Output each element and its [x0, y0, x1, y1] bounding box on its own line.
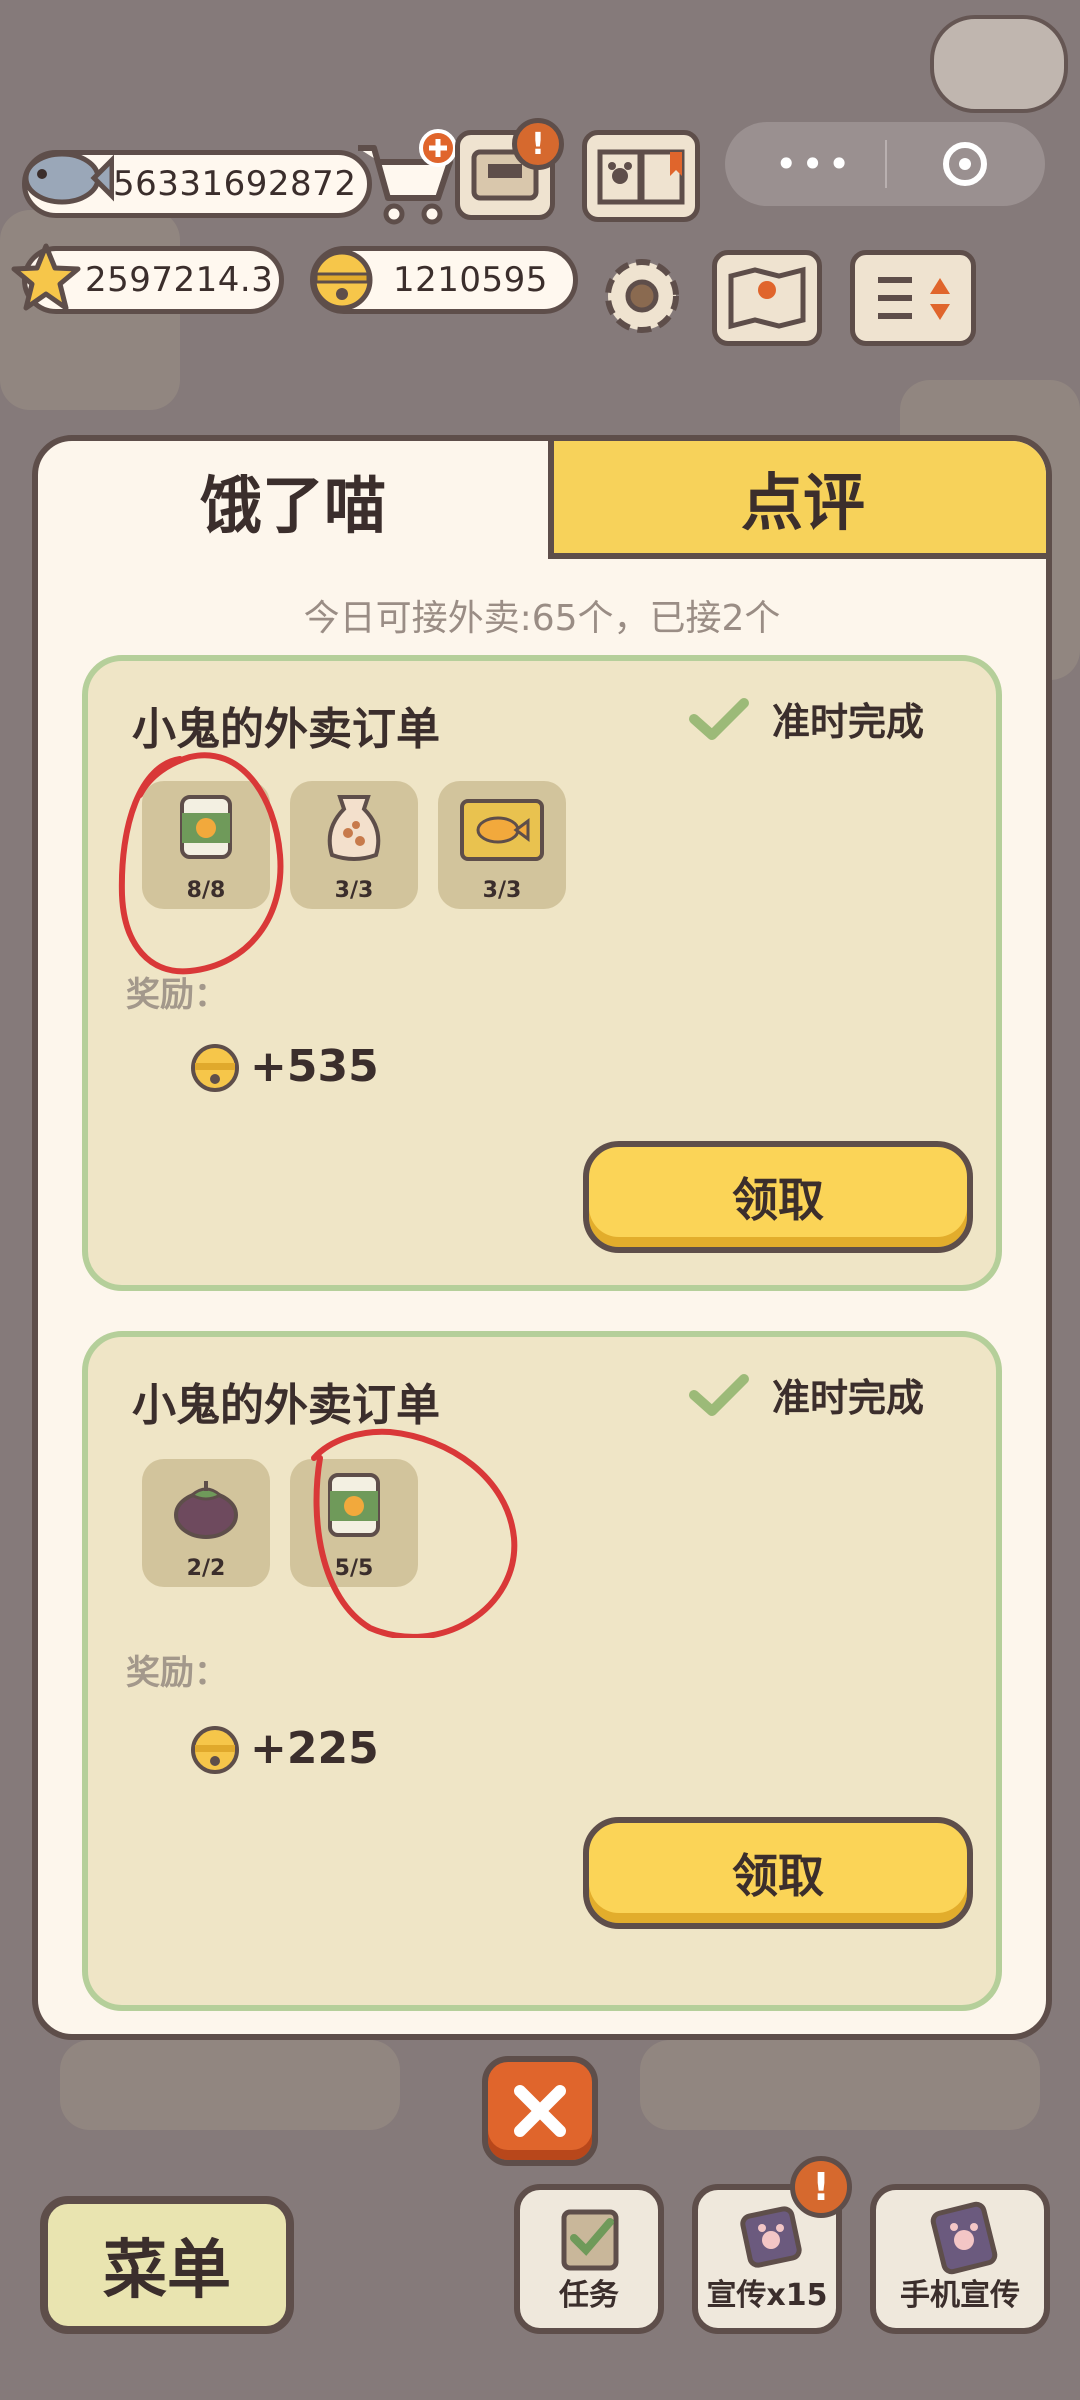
- claim-button-label: 领取: [732, 1849, 824, 1903]
- star-count: 2597214.3: [85, 260, 274, 300]
- reward-label: 奖励：: [126, 1653, 228, 1693]
- item-count: 3/3: [334, 878, 374, 903]
- mailbox-alert-badge: !: [512, 118, 564, 170]
- fish-icon: [18, 138, 115, 222]
- more-options-icon[interactable]: •••: [775, 142, 854, 186]
- bell-icon: [191, 1044, 239, 1092]
- promotion-alert-badge: !: [790, 2156, 852, 2218]
- close-icon: [514, 2085, 566, 2137]
- menu-button[interactable]: 菜单: [40, 2196, 294, 2334]
- delivery-order-card: 小鬼的外卖订单 准时完成 2/2 5/5 奖励： +225 领取: [82, 1331, 1002, 2011]
- tab-reviews[interactable]: 点评: [548, 441, 1046, 559]
- tab-reviews-label: 点评: [740, 466, 865, 539]
- tasks-label: 任务: [559, 2278, 619, 2313]
- bell-count: 1210595: [393, 260, 548, 300]
- order-status: 准时完成: [688, 691, 924, 746]
- item-count: 2/2: [186, 1556, 226, 1581]
- reward-value: +225: [186, 1719, 379, 1777]
- order-item[interactable]: 8/8: [142, 781, 270, 909]
- order-status-label: 准时完成: [772, 700, 925, 744]
- claim-button-label: 领取: [732, 1173, 824, 1227]
- tab-hungry-meow[interactable]: 饿了喵: [38, 441, 548, 559]
- capsule-divider: [885, 140, 887, 188]
- close-panel-button[interactable]: [482, 2056, 598, 2166]
- phone-promotion-label: 手机宣传: [900, 2278, 1020, 2313]
- reward-amount: +225: [250, 1722, 379, 1774]
- reward-value: +535: [186, 1037, 379, 1095]
- map-button[interactable]: [712, 250, 822, 346]
- fish-cracker-icon: [460, 799, 544, 861]
- tab-hungry-meow-label: 饿了喵: [199, 469, 386, 542]
- clipboard-check-icon: [561, 2209, 619, 2271]
- promotion-label: 宣传x15: [706, 2278, 828, 2313]
- order-item[interactable]: 3/3: [290, 781, 418, 909]
- settings-gear-button[interactable]: [594, 248, 690, 348]
- order-title: 小鬼的外卖订单: [132, 704, 440, 755]
- cat-can-icon: [328, 1473, 380, 1537]
- background-scenery: [640, 2040, 1040, 2130]
- order-item[interactable]: 3/3: [438, 781, 566, 909]
- star-icon: [8, 240, 84, 320]
- shop-cart-button[interactable]: [350, 128, 460, 232]
- delivery-panel: 饿了喵 点评 今日可接外卖:65个，已接2个 小鬼的外卖订单 准时完成 8/8 …: [32, 435, 1052, 2040]
- paw-card-icon: [740, 2206, 802, 2268]
- order-title: 小鬼的外卖订单: [132, 1380, 440, 1431]
- cat-can-icon: [180, 795, 232, 859]
- mangosteen-icon: [174, 1481, 238, 1539]
- phone-paw-icon: [930, 2201, 998, 2275]
- claim-reward-button[interactable]: 领取: [583, 1141, 973, 1253]
- item-count: 3/3: [482, 878, 522, 903]
- bell-icon: [191, 1726, 239, 1774]
- reward-amount: +535: [250, 1040, 379, 1092]
- delivery-order-card: 小鬼的外卖订单 准时完成 8/8 3/3 3/3 奖励： +535 领取: [82, 655, 1002, 1291]
- fish-count: 56331692872: [113, 164, 357, 204]
- bell-icon: [304, 240, 380, 320]
- tasks-button[interactable]: 任务: [514, 2184, 664, 2334]
- checkmark-icon: [689, 697, 749, 740]
- claim-reward-button[interactable]: 领取: [583, 1817, 973, 1929]
- reward-label: 奖励：: [126, 975, 228, 1015]
- phone-promotion-button[interactable]: 手机宣传: [870, 2184, 1050, 2334]
- item-count: 5/5: [334, 1556, 374, 1581]
- daily-delivery-quota: 今日可接外卖:65个，已接2个: [303, 598, 781, 639]
- order-item[interactable]: 5/5: [290, 1459, 418, 1587]
- background-scenery: [60, 2040, 400, 2130]
- order-status-label: 准时完成: [772, 1376, 925, 1420]
- order-status: 准时完成: [688, 1367, 924, 1422]
- cat-album-button[interactable]: [582, 130, 700, 222]
- sort-layout-button[interactable]: [850, 250, 976, 346]
- mini-program-capsule[interactable]: •••: [725, 122, 1045, 206]
- checkmark-icon: [689, 1373, 749, 1416]
- item-count: 8/8: [186, 878, 226, 903]
- cloud-icon: [930, 15, 1068, 113]
- order-item[interactable]: 2/2: [142, 1459, 270, 1587]
- treat-bag-icon: [327, 795, 381, 861]
- menu-button-label: 菜单: [103, 2234, 231, 2308]
- close-miniprogram-icon[interactable]: [943, 142, 987, 186]
